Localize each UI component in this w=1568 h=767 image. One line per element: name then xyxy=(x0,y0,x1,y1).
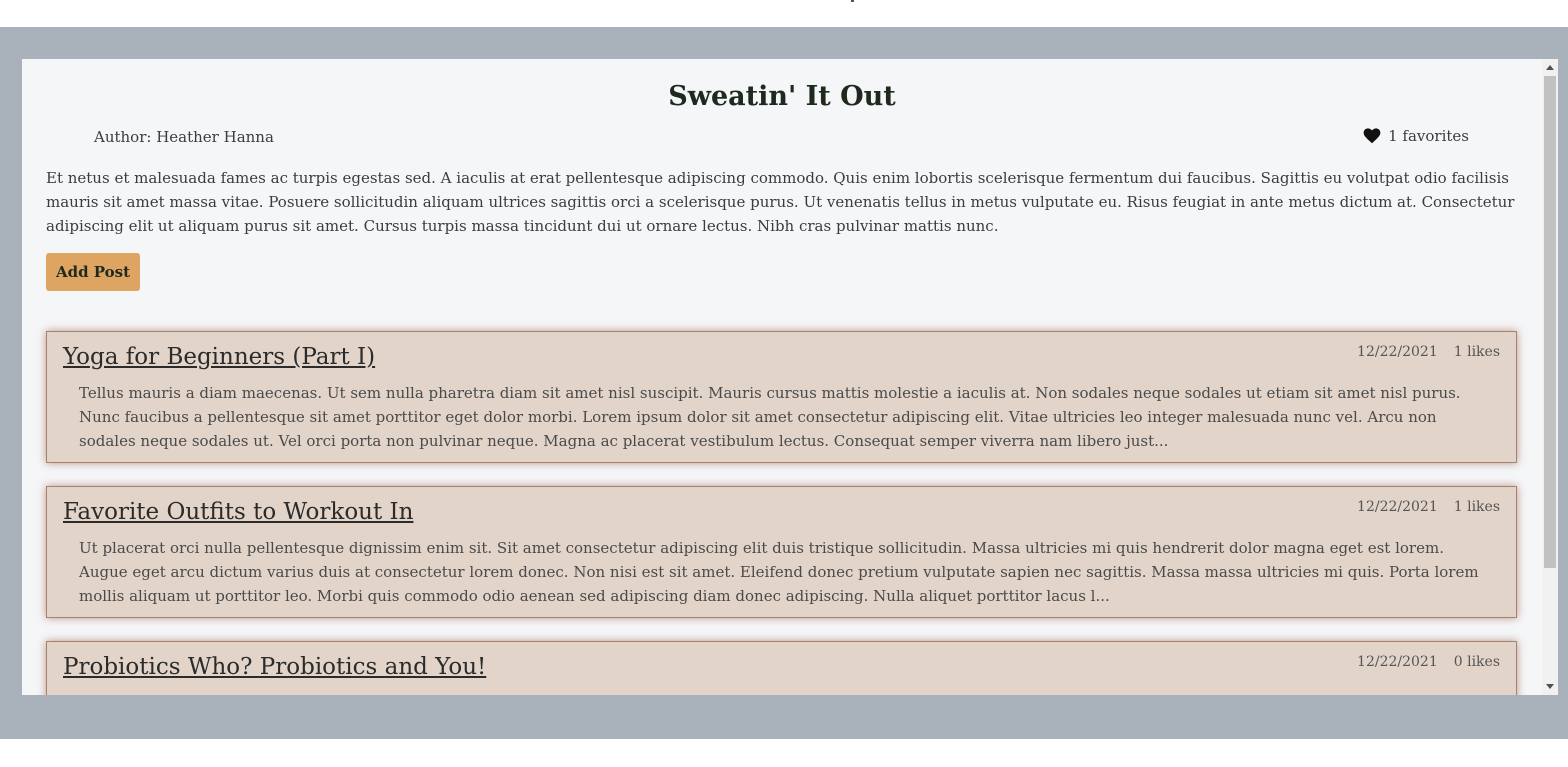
panel-scrollbar[interactable] xyxy=(1542,59,1558,695)
post-card[interactable]: Yoga for Beginners (Part I) 12/22/2021 1… xyxy=(46,331,1517,463)
top-divider-mark xyxy=(851,0,854,2)
post-date: 12/22/2021 xyxy=(1357,499,1438,515)
post-likes: 1 likes xyxy=(1453,499,1500,515)
scrollbar-thumb[interactable] xyxy=(1544,76,1556,568)
heart-icon[interactable] xyxy=(1363,128,1381,144)
blog-title: Sweatin' It Out xyxy=(668,81,896,112)
add-post-button[interactable]: Add Post xyxy=(46,253,140,291)
chevron-down-icon[interactable] xyxy=(1546,684,1554,689)
post-meta: 12/22/2021 0 likes xyxy=(1357,654,1500,670)
favorites-counter[interactable]: 1 favorites xyxy=(1363,127,1469,145)
post-meta: 12/22/2021 1 likes xyxy=(1357,499,1500,515)
post-date: 12/22/2021 xyxy=(1357,654,1438,670)
post-title-link[interactable]: Yoga for Beginners (Part I) xyxy=(63,344,375,370)
post-title-link[interactable]: Favorite Outfits to Workout In xyxy=(63,499,413,525)
post-title-link[interactable]: Probiotics Who? Probiotics and You! xyxy=(63,654,486,680)
post-likes: 1 likes xyxy=(1453,344,1500,360)
post-likes: 0 likes xyxy=(1453,654,1500,670)
post-excerpt: Ut placerat orci nulla pellentesque dign… xyxy=(79,539,1479,605)
post-card[interactable]: Favorite Outfits to Workout In 12/22/202… xyxy=(46,486,1517,618)
blog-panel: Sweatin' It Out Author: Heather Hanna 1 … xyxy=(22,59,1542,695)
blog-author: Author: Heather Hanna xyxy=(94,128,274,146)
post-excerpt: Tellus mauris a diam maecenas. Ut sem nu… xyxy=(79,384,1461,450)
favorites-count: 1 favorites xyxy=(1388,127,1469,145)
top-strip xyxy=(0,0,1568,27)
bottom-strip xyxy=(0,739,1568,767)
post-date: 12/22/2021 xyxy=(1357,344,1438,360)
post-meta: 12/22/2021 1 likes xyxy=(1357,344,1500,360)
post-card[interactable]: Probiotics Who? Probiotics and You! 12/2… xyxy=(46,641,1517,695)
blog-description: Et netus et malesuada fames ac turpis eg… xyxy=(46,169,1515,235)
chevron-up-icon[interactable] xyxy=(1546,65,1554,70)
